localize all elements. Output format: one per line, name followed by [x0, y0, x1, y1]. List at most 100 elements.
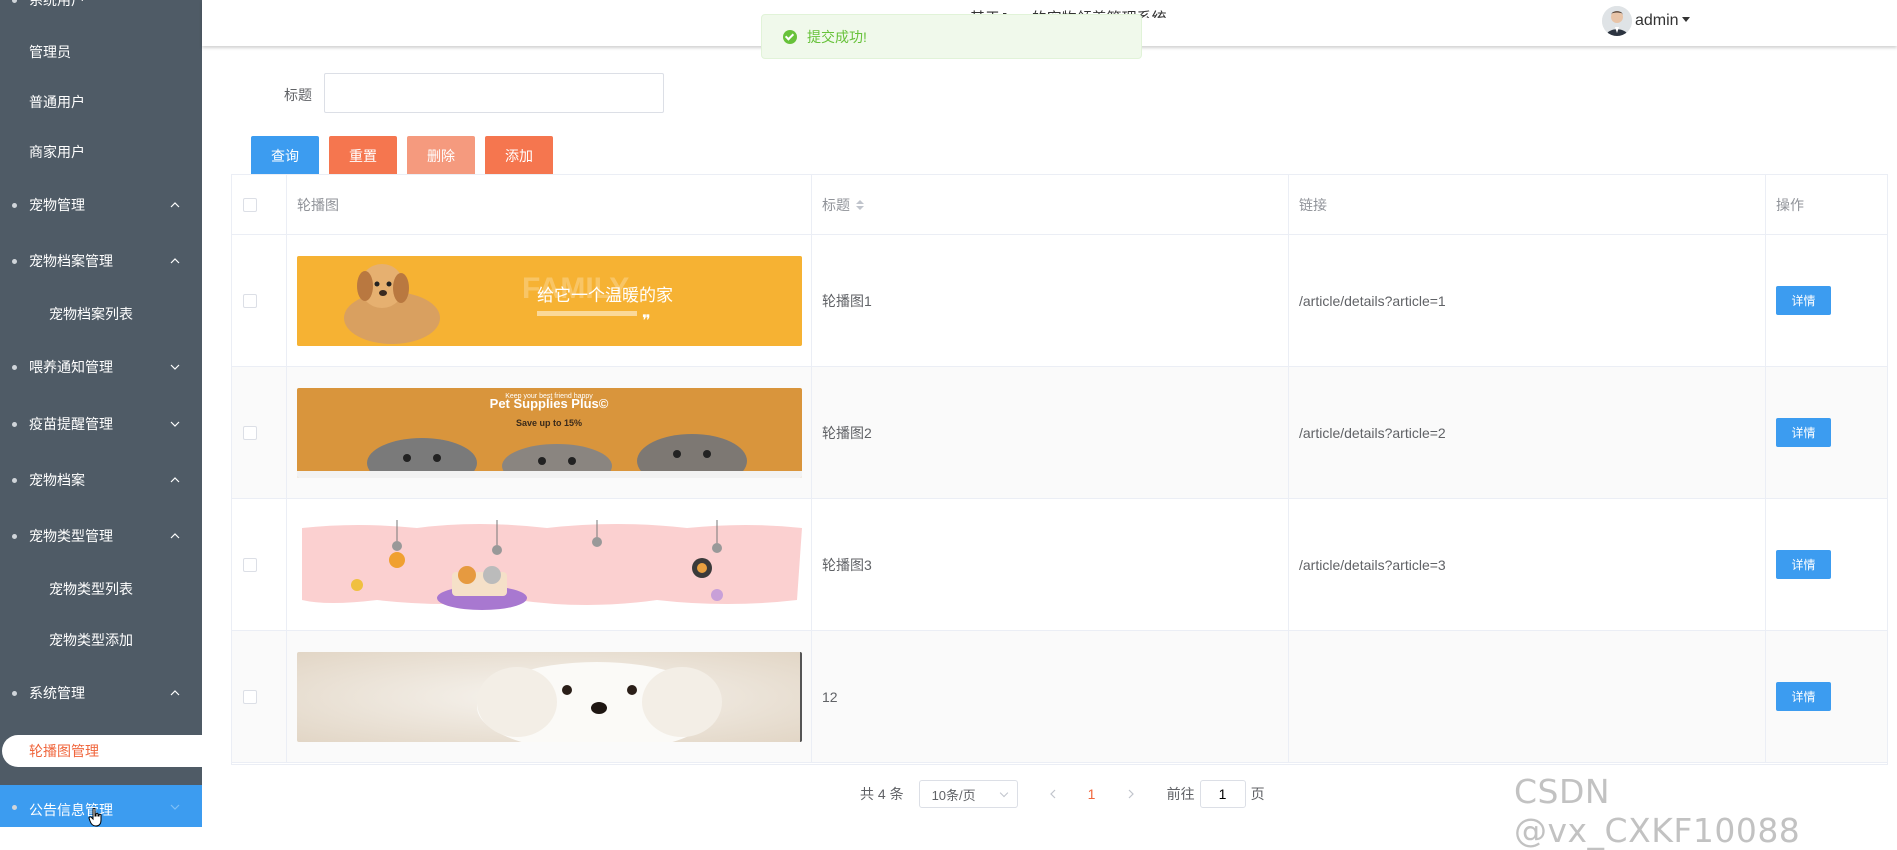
sidebar-item-vaccine-reminder[interactable]: 疫苗提醒管理	[0, 399, 202, 449]
sidebar-item-label: 宠物类型列表	[49, 581, 133, 597]
title-search-input[interactable]	[324, 73, 664, 113]
sidebar-item-pet-type-list[interactable]: 宠物类型列表	[0, 564, 202, 614]
column-header-title[interactable]: 标题	[812, 175, 1289, 234]
sidebar-item-pet-management[interactable]: 宠物管理	[0, 180, 202, 230]
bullet-icon	[12, 365, 17, 370]
bullet-icon	[12, 203, 17, 208]
page-number-current[interactable]: 1	[1077, 780, 1107, 808]
chevron-left-icon	[1049, 789, 1056, 799]
banner-cell	[287, 631, 812, 762]
sidebar-item-label: 宠物类型添加	[49, 632, 133, 648]
sidebar-item-merchant-users[interactable]: 商家用户	[0, 127, 202, 177]
link-cell	[1289, 631, 1766, 762]
next-page-button[interactable]	[1116, 780, 1146, 808]
sidebar-item-label: 宠物档案管理	[29, 253, 113, 269]
toast-message: 提交成功!	[807, 28, 867, 45]
sidebar-item-system-users[interactable]: 系统用户	[0, 0, 202, 25]
sidebar-item-pet-archive-management[interactable]: 宠物档案管理	[0, 236, 202, 286]
sidebar-item-label: 宠物类型管理	[29, 528, 113, 544]
bullet-icon	[12, 259, 17, 264]
page-size-value: 10条/页	[931, 787, 976, 803]
actions-cell: 详情	[1766, 631, 1887, 762]
row-select-cell	[232, 499, 287, 630]
goto-page-input[interactable]	[1199, 780, 1246, 808]
table-header: 轮播图 标题 链接 操作	[232, 175, 1887, 235]
row-select-cell	[232, 367, 287, 498]
row-checkbox[interactable]	[243, 425, 257, 440]
sidebar-item-pet-archive-list[interactable]: 宠物档案列表	[0, 289, 202, 339]
column-header-banner: 轮播图	[287, 175, 812, 234]
caret-down-icon	[1681, 16, 1690, 22]
reset-button[interactable]: 重置	[329, 136, 397, 176]
title-cell: 轮播图3	[812, 499, 1289, 630]
title-cell: 轮播图1	[812, 235, 1289, 366]
row-checkbox[interactable]	[243, 293, 257, 308]
banner-cell: FAMILY 给它一个温暖的家 ❞	[287, 235, 812, 366]
banner-table: 轮播图 标题 链接 操作 FAMILY 给它一个温暖的家 ❞ 轮播图1 /art…	[231, 174, 1888, 765]
chevron-down-icon	[999, 788, 1008, 798]
table-row: 轮播图3 /article/details?article=3 详情	[232, 499, 1887, 631]
sidebar-item-admins[interactable]: 管理员	[0, 27, 202, 77]
sort-icon[interactable]	[856, 199, 864, 210]
row-select-cell	[232, 235, 287, 366]
row-checkbox[interactable]	[243, 689, 257, 704]
actions-cell: 详情	[1766, 235, 1887, 366]
banner-image-dog-yellow: FAMILY 给它一个温暖的家 ❞	[297, 255, 802, 346]
sidebar-item-pet-type-management[interactable]: 宠物类型管理	[0, 511, 202, 561]
sidebar-item-banner-management[interactable]: 轮播图管理	[2, 735, 202, 767]
user-menu[interactable]: admin	[1602, 6, 1690, 36]
sidebar-item-label: 宠物管理	[29, 197, 85, 213]
sidebar-item-feeding-notice[interactable]: 喂养通知管理	[0, 342, 202, 392]
avatar	[1602, 6, 1632, 36]
banner-image	[297, 519, 802, 610]
sidebar-item-label: 商家用户	[29, 144, 85, 160]
bullet-icon	[12, 0, 17, 3]
detail-button[interactable]: 详情	[1776, 682, 1831, 711]
banner-cell: Keep your best friend happy Pet Supplies…	[287, 367, 812, 498]
sidebar-item-label: 喂养通知管理	[29, 359, 113, 375]
delete-button[interactable]: 删除	[407, 136, 475, 176]
actions-cell: 详情	[1766, 499, 1887, 630]
sidebar-item-label: 管理员	[29, 44, 71, 60]
actions-cell: 详情	[1766, 367, 1887, 498]
link-cell: /article/details?article=1	[1289, 235, 1766, 366]
banner-image	[297, 651, 802, 742]
bullet-icon	[12, 534, 17, 539]
page-size-select[interactable]: 10条/页	[918, 780, 1018, 808]
bullet-icon	[12, 691, 17, 696]
sidebar-item-label: 宠物档案列表	[49, 306, 133, 322]
bullet-icon	[12, 422, 17, 427]
bullet-icon	[12, 805, 17, 810]
link-cell: /article/details?article=2	[1289, 367, 1766, 498]
row-checkbox[interactable]	[243, 557, 257, 572]
banner-cell	[287, 499, 812, 630]
sidebar-item-label: 系统用户	[29, 0, 85, 8]
sidebar-item-system-management[interactable]: 系统管理	[0, 668, 202, 718]
title-cell: 轮播图2	[812, 367, 1289, 498]
sidebar: 系统用户 管理员 普通用户 商家用户 宠物管理 宠物档案管理 宠物档案列表 喂养…	[0, 0, 202, 827]
banner-text: 给它一个温暖的家	[537, 286, 673, 306]
sidebar-item-label: 轮播图管理	[29, 743, 99, 759]
sidebar-item-pet-archive[interactable]: 宠物档案	[0, 455, 202, 505]
select-all-checkbox[interactable]	[243, 197, 257, 212]
banner-image-kittens: Keep your best friend happy Pet Supplies…	[297, 387, 802, 478]
sidebar-item-normal-users[interactable]: 普通用户	[0, 77, 202, 127]
detail-button[interactable]: 详情	[1776, 418, 1831, 447]
banner-image: FAMILY 给它一个温暖的家 ❞	[297, 255, 802, 346]
table-row: Keep your best friend happy Pet Supplies…	[232, 367, 1887, 499]
search-label: 标题	[284, 87, 312, 103]
sidebar-item-label: 系统管理	[29, 685, 85, 701]
detail-button[interactable]: 详情	[1776, 286, 1831, 315]
chevron-up-icon	[170, 690, 180, 696]
query-button[interactable]: 查询	[251, 136, 319, 176]
detail-button[interactable]: 详情	[1776, 550, 1831, 579]
username: admin	[1635, 12, 1679, 29]
user-avatar-icon	[1602, 6, 1632, 36]
watermark: CSDN @vx_CXKF10088	[1514, 772, 1801, 850]
chevron-down-icon	[170, 421, 180, 427]
add-button[interactable]: 添加	[485, 136, 553, 176]
sidebar-item-pet-type-add[interactable]: 宠物类型添加	[0, 615, 202, 665]
pagination-total: 共 4 条	[860, 786, 904, 802]
sidebar-item-label: 宠物档案	[29, 472, 85, 488]
prev-page-button[interactable]	[1038, 780, 1068, 808]
